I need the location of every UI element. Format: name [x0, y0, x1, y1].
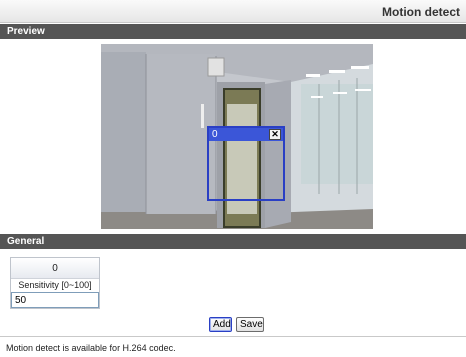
region-id: 0 — [11, 258, 99, 279]
add-button[interactable]: Add — [209, 317, 232, 332]
close-icon[interactable]: ✕ — [269, 129, 281, 140]
motion-detection-window[interactable]: 0 ✕ — [207, 126, 285, 201]
region-settings-table: 0 Sensitivity [0~100] — [10, 257, 100, 309]
sensitivity-label: Sensitivity [0~100] — [18, 280, 92, 290]
save-button[interactable]: Save — [236, 317, 264, 332]
sensitivity-input[interactable] — [11, 292, 99, 308]
page-header: Motion detect — [0, 0, 466, 23]
detection-window-id: 0 — [212, 129, 218, 140]
codec-note: Motion detect is available for H.264 cod… — [6, 343, 176, 353]
preview-section-header: Preview — [0, 24, 466, 39]
detection-window-titlebar[interactable]: 0 ✕ — [209, 128, 283, 141]
page-title: Motion detect — [382, 5, 460, 19]
general-section-header: General — [0, 234, 466, 249]
footer-divider — [0, 336, 466, 337]
